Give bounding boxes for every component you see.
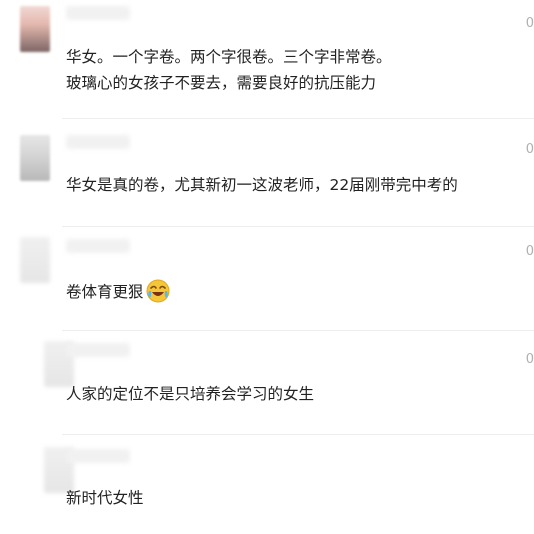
comment-text-line: 华女。一个字卷。两个字很卷。三个字非常卷。 <box>66 48 392 66</box>
comment-text-line: 华女是真的卷，尤其新初一这波老师，22届刚带完中考的 <box>66 176 458 194</box>
comment-timestamp: 0 <box>525 16 534 31</box>
laughing-crying-emoji-icon <box>146 279 170 303</box>
avatar[interactable] <box>20 135 50 181</box>
comment-text-line: 卷体育更狠 <box>66 283 144 301</box>
comment-timestamp: 0 <box>525 244 534 259</box>
comment-item: 0 华女。一个字卷。两个字很卷。三个字非常卷。 玻璃心的女孩子不要去，需要良好的… <box>0 0 534 118</box>
comment-text: 华女。一个字卷。两个字很卷。三个字非常卷。 玻璃心的女孩子不要去，需要良好的抗压… <box>66 44 392 96</box>
comment-timestamp: 0 <box>525 142 534 157</box>
avatar[interactable] <box>20 237 50 283</box>
comment-item: 0 华女是真的卷，尤其新初一这波老师，22届刚带完中考的 <box>0 119 534 229</box>
username-blurred[interactable] <box>66 449 130 463</box>
comment-text: 卷体育更狠 <box>66 279 170 305</box>
comment-text: 人家的定位不是只培养会学习的女生 <box>66 381 314 407</box>
comment-timestamp: 0 <box>525 352 534 367</box>
username-blurred[interactable] <box>66 239 130 253</box>
comment-text: 新时代女性 <box>66 485 144 511</box>
comment-text-line: 玻璃心的女孩子不要去，需要良好的抗压能力 <box>66 74 377 92</box>
comment-text: 华女是真的卷，尤其新初一这波老师，22届刚带完中考的 <box>66 172 458 198</box>
comment-text-line: 人家的定位不是只培养会学习的女生 <box>66 385 315 403</box>
comment-item: 新时代女性 <box>0 435 534 534</box>
avatar[interactable] <box>20 6 50 52</box>
username-blurred[interactable] <box>66 6 130 20</box>
username-blurred[interactable] <box>66 135 130 149</box>
comment-text-line: 新时代女性 <box>66 489 144 507</box>
comment-item: 0 人家的定位不是只培养会学习的女生 <box>0 331 534 435</box>
comment-item: 0 卷体育更狠 <box>0 227 534 331</box>
username-blurred[interactable] <box>66 343 130 357</box>
